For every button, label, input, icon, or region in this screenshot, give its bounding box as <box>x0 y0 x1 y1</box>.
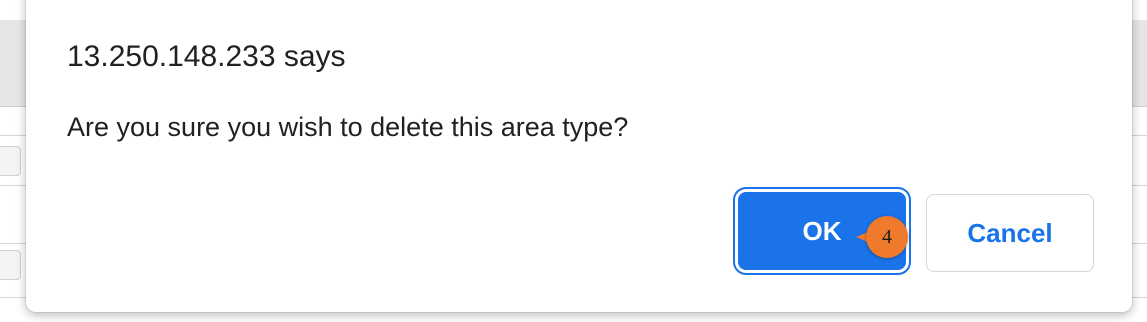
background-row-checkbox <box>0 250 21 280</box>
background-row-checkbox <box>0 146 21 176</box>
cancel-button[interactable]: Cancel <box>926 194 1094 272</box>
confirm-dialog: 13.250.148.233 says Are you sure you wis… <box>26 0 1132 312</box>
dialog-title: 13.250.148.233 says <box>67 40 346 73</box>
dialog-message: Are you sure you wish to delete this are… <box>67 112 629 142</box>
browser-page: 13.250.148.233 says Are you sure you wis… <box>0 0 1147 322</box>
step-marker: 4 <box>866 216 908 258</box>
